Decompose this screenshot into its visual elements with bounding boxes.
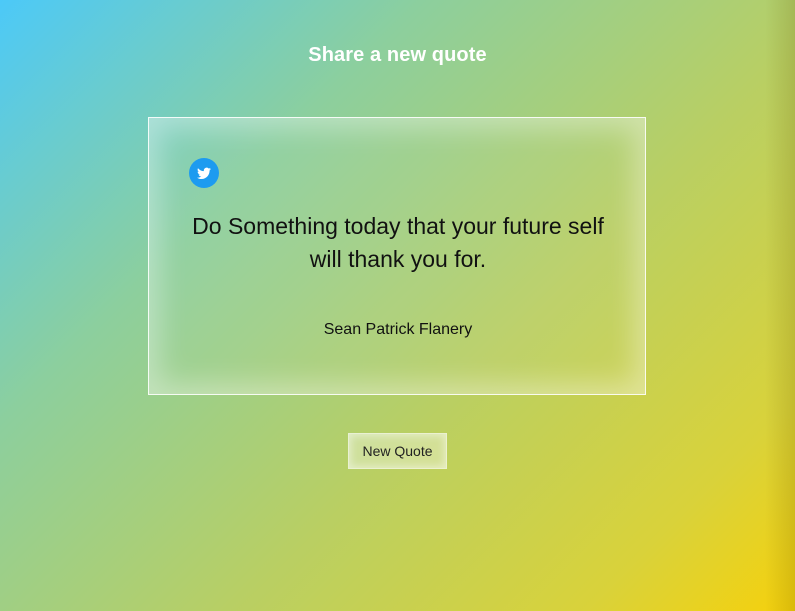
- twitter-icon: [196, 165, 212, 181]
- quote-text: Do Something today that your future self…: [192, 213, 604, 272]
- quote-card: Do Something today that your future self…: [148, 117, 646, 395]
- background-edge-shade: [765, 0, 795, 611]
- tweet-quote-button[interactable]: [189, 158, 219, 188]
- new-quote-button[interactable]: New Quote: [348, 433, 447, 469]
- quote-author: Sean Patrick Flanery: [323, 321, 473, 338]
- page-title: Share a new quote: [308, 44, 487, 66]
